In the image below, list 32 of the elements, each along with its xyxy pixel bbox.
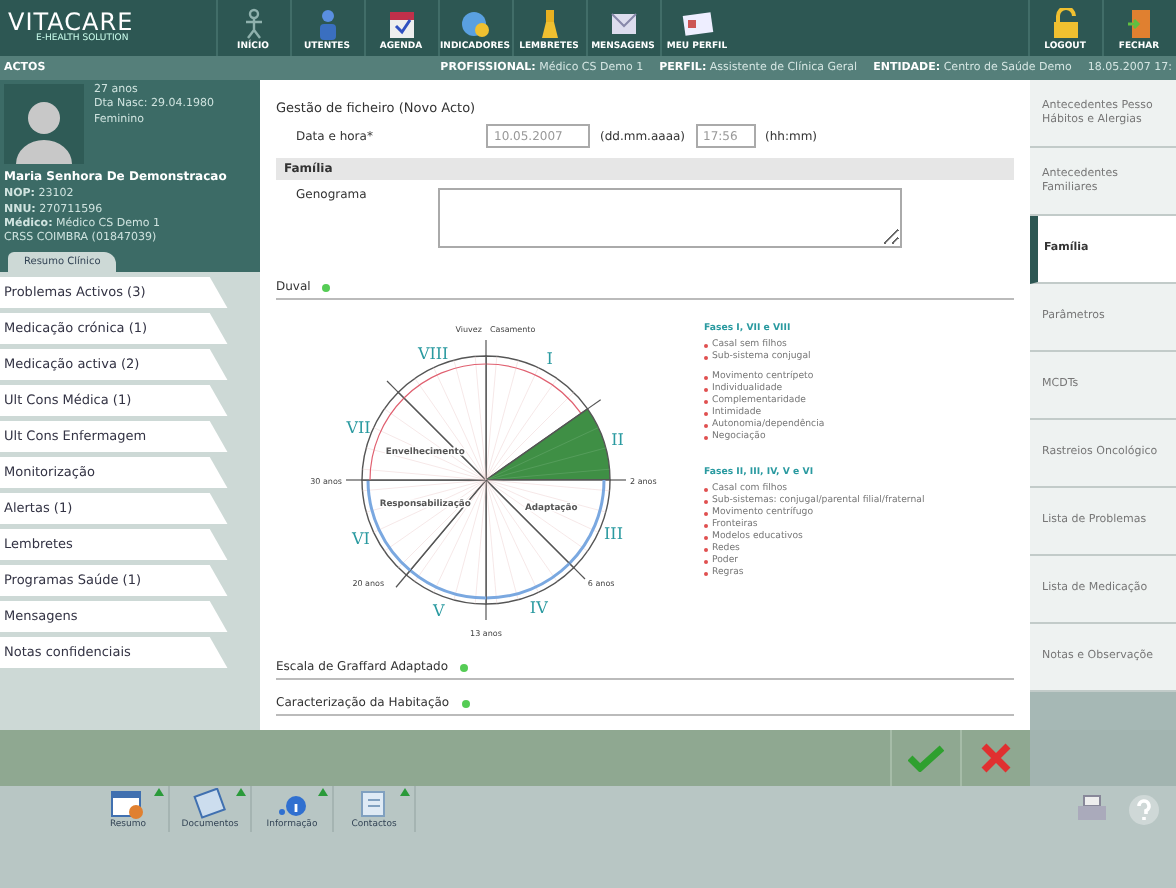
phase-numeral: VII <box>346 419 371 438</box>
envelope-icon <box>609 8 637 40</box>
phase-numeral: III <box>604 524 623 543</box>
phase-numeral: II <box>611 430 624 449</box>
phase-numeral: I <box>546 349 553 368</box>
genogram-field[interactable] <box>438 188 903 248</box>
phase-numeral: V <box>433 601 445 620</box>
status-dot-icon <box>322 283 331 291</box>
check-icon <box>908 744 944 772</box>
card-icon <box>681 8 713 40</box>
printer-icon <box>1076 794 1108 826</box>
expand-arrow-icon <box>154 788 164 796</box>
close-icon <box>980 742 1012 774</box>
calendar-icon <box>387 8 415 40</box>
person-icon <box>315 8 339 40</box>
avatar-silhouette-icon <box>14 96 74 164</box>
app-logo: VITACARE <box>8 10 136 34</box>
phase-numeral: VI <box>352 530 370 549</box>
window-icon <box>110 788 146 820</box>
phase-numeral: IV <box>529 599 548 618</box>
padlock-icon <box>1051 8 1079 40</box>
figure-icon <box>241 8 265 40</box>
phase-numeral: VIII <box>417 344 449 363</box>
expand-arrow-icon <box>236 788 246 796</box>
expand-arrow-icon <box>318 788 328 796</box>
status-dot-icon <box>461 699 470 707</box>
help-icon <box>1128 794 1160 826</box>
help-button[interactable] <box>1128 794 1160 830</box>
expand-arrow-icon <box>400 788 410 796</box>
globe-icon <box>459 8 491 40</box>
status-dot-icon <box>460 663 469 671</box>
door-icon <box>1125 8 1153 40</box>
